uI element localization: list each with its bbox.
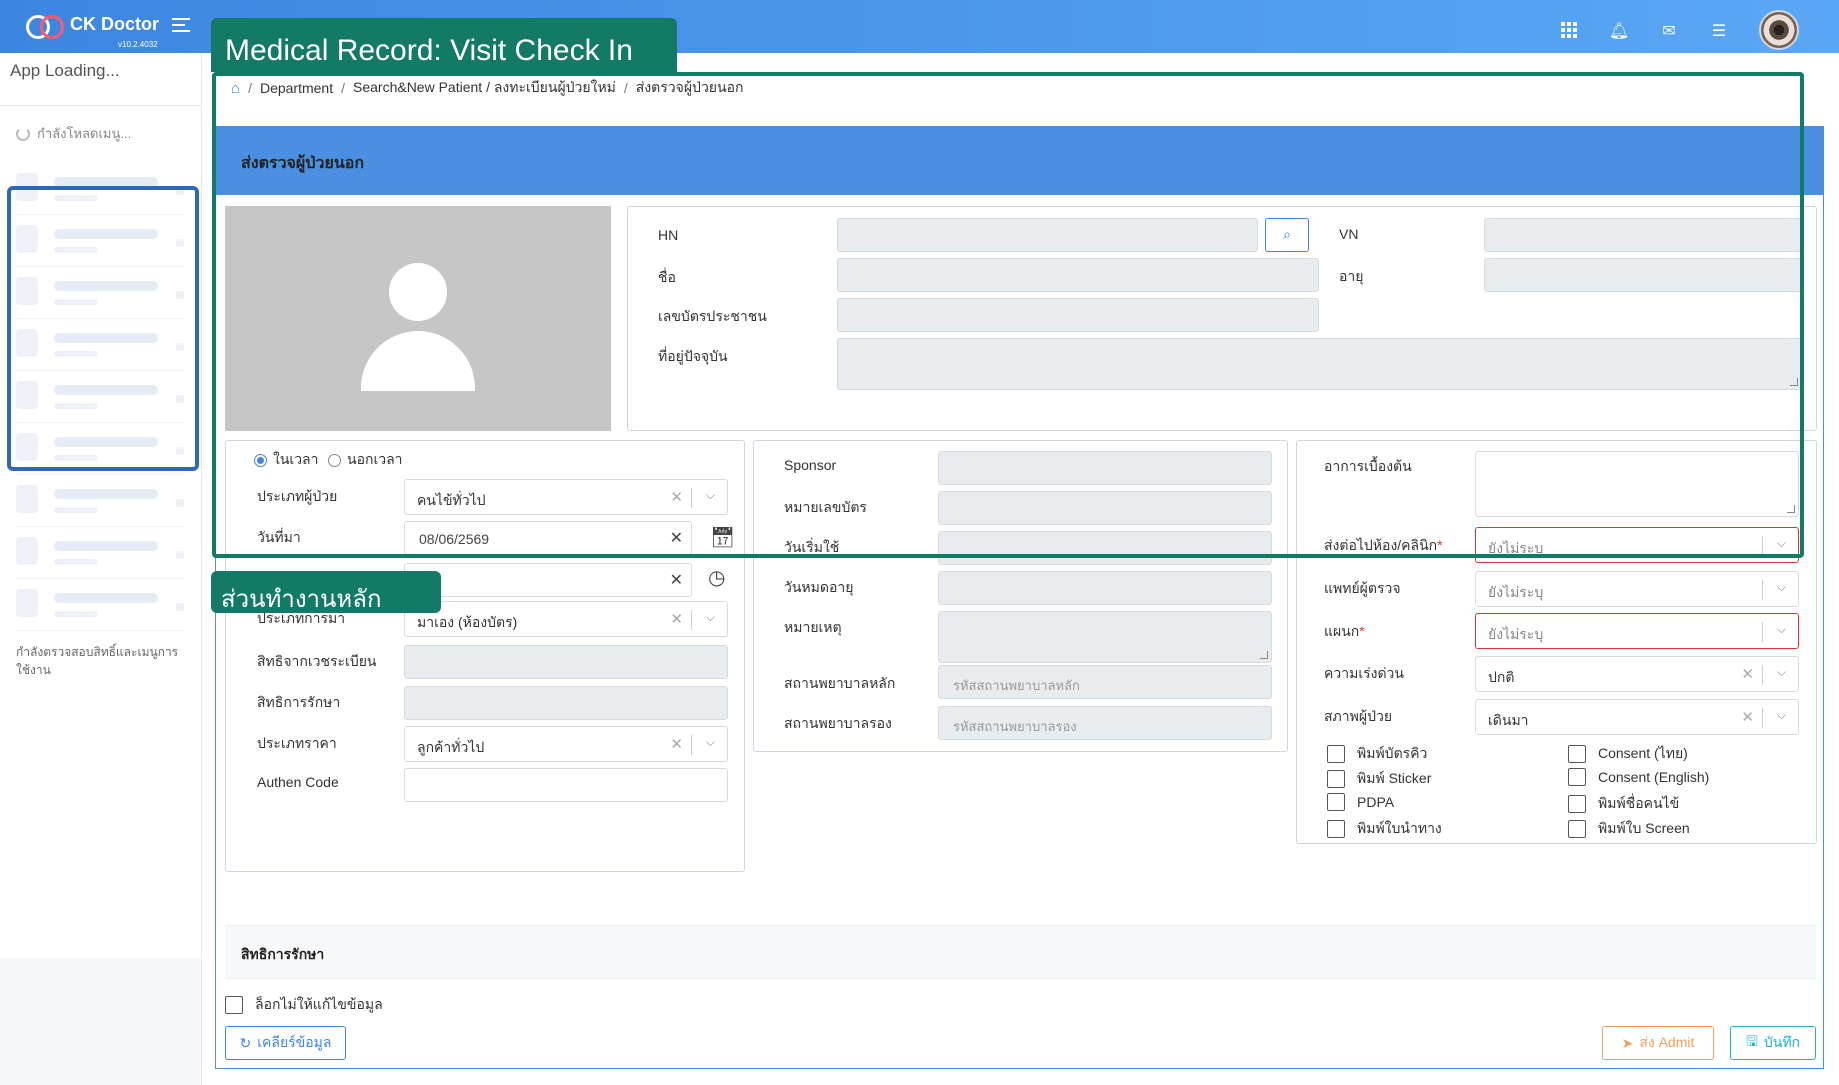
chevron-down-icon: ⌵ — [1776, 622, 1786, 636]
sidebar-bottom — [0, 958, 202, 1085]
sidebar-footer-text: กำลังตรวจสอบสิทธิ์และเมนูการใช้งาน — [16, 645, 179, 677]
clear-icon: ✕ — [1741, 665, 1754, 683]
apps-grid-icon[interactable] — [1559, 20, 1579, 40]
annotation-work-area-label: ส่วนทำงานหลัก — [211, 571, 441, 613]
user-avatar[interactable] — [1759, 10, 1799, 50]
menu-skeleton — [16, 581, 186, 631]
clear-icon: ✕ — [670, 610, 683, 628]
loading-menu: กำลังโหลดเมนู... — [16, 123, 131, 144]
annotation-main-label: Medical Record: Visit Check In — [211, 18, 677, 72]
app-loading-text: App Loading... — [10, 61, 120, 80]
checkbox-print-screen[interactable]: พิมพ์ใบ Screen — [1568, 818, 1690, 840]
reg-rights-input — [404, 645, 728, 679]
rights-section: สิทธิการรักษา — [225, 925, 1816, 979]
menu-toggle-icon[interactable] — [172, 18, 190, 34]
checkbox-print-name[interactable]: พิมพ์ชื่อคนไข้ — [1568, 793, 1679, 815]
urgency-select[interactable]: ปกติ ✕ ⌵ — [1475, 656, 1799, 692]
checkbox-consent-en[interactable]: Consent (English) — [1568, 768, 1709, 786]
checkbox-print-guide[interactable]: พิมพ์ใบนำทาง — [1327, 818, 1442, 840]
treatment-rights-input — [404, 686, 728, 720]
checkbox-print-sticker[interactable]: พิมพ์ Sticker — [1327, 768, 1431, 790]
rights-section-title: สิทธิการรักษา — [241, 946, 325, 962]
app-version: v10.2.4032 — [118, 40, 158, 49]
mail-icon[interactable]: ✉ — [1659, 20, 1679, 40]
price-type-select[interactable]: ลูกค้าทั่วไป ✕ ⌵ — [404, 726, 728, 762]
visit-type-select[interactable]: มาเอง (ห้องบัตร) ✕ ⌵ — [404, 601, 728, 637]
authen-code-input[interactable] — [404, 768, 728, 802]
task-list-icon[interactable]: ☰ — [1709, 20, 1729, 40]
lock-edit-checkbox[interactable]: ล็อกไม่ให้แก้ไขข้อมูล — [225, 994, 383, 1016]
condition-select[interactable]: เดินมา ✕ ⌵ — [1475, 699, 1799, 735]
treatment-rights-label: สิทธิการรักษา — [257, 694, 341, 710]
chevron-down-icon: ⌵ — [705, 735, 715, 749]
clear-data-button[interactable]: ↻ เคลียร์ข้อมูล — [225, 1026, 346, 1060]
brand[interactable]: CK Doctor — [26, 13, 159, 39]
checkbox-pdpa[interactable]: PDPA — [1327, 793, 1394, 811]
main-hospital-input[interactable]: รหัสสถานพยาบาลหลัก — [938, 665, 1272, 699]
urgency-label: ความเร่งด่วน — [1324, 665, 1404, 681]
chevron-down-icon: ⌵ — [1776, 665, 1786, 679]
doctor-select[interactable]: ยังไม่ระบุ ⌵ — [1475, 571, 1799, 607]
chevron-down-icon: ⌵ — [1776, 580, 1786, 594]
condition-label: สภาพผู้ป่วย — [1324, 708, 1393, 724]
clear-icon: ✕ — [1741, 708, 1754, 726]
note-label: หมายเหตุ — [784, 619, 842, 635]
sub-hospital-label: สถานพยาบาลรอง — [784, 715, 892, 731]
department-select[interactable]: ยังไม่ระบุ ⌵ — [1475, 613, 1799, 649]
main-hospital-label: สถานพยาบาลหลัก — [784, 675, 896, 691]
expire-date-label: วันหมดอายุ — [784, 579, 854, 595]
sidebar-highlight — [7, 186, 199, 471]
checkbox-print-queue[interactable]: พิมพ์บัตรคิว — [1327, 743, 1427, 765]
save-button[interactable]: 🖫︎ บันทึก — [1730, 1026, 1816, 1060]
sub-hospital-input[interactable]: รหัสสถานพยาบาลรอง — [938, 706, 1272, 740]
brand-logo-icon — [26, 13, 64, 39]
department-label: แผนก* — [1324, 623, 1365, 639]
visit-time-input[interactable]: 58✕ — [404, 563, 692, 597]
save-icon: 🖫︎ — [1745, 1033, 1758, 1049]
menu-skeleton — [16, 477, 186, 527]
send-icon: ➤ — [1621, 1034, 1634, 1051]
clear-icon: ✕ — [670, 735, 683, 753]
loading-menu-text: กำลังโหลดเมนู... — [37, 126, 132, 141]
price-type-label: ประเภทราคา — [257, 735, 337, 751]
clock-icon[interactable]: ◷ — [708, 565, 725, 589]
clear-icon: ✕ — [669, 570, 683, 589]
chevron-down-icon: ⌵ — [705, 610, 715, 624]
reg-rights-label: สิทธิจากเวชระเบียน — [257, 653, 377, 669]
expire-date-input[interactable] — [938, 571, 1272, 605]
spinner-icon — [16, 126, 30, 141]
bell-icon[interactable]: 🔔︎ — [1609, 20, 1629, 40]
refresh-icon: ↻ — [239, 1034, 252, 1051]
doctor-label: แพทย์ผู้ตรวจ — [1324, 580, 1401, 596]
checkbox-consent-th[interactable]: Consent (ไทย) — [1568, 743, 1688, 765]
send-admit-button[interactable]: ➤ ส่ง Admit — [1602, 1026, 1714, 1060]
chevron-down-icon: ⌵ — [1776, 708, 1786, 722]
brand-name: CK Doctor — [70, 13, 159, 34]
menu-skeleton — [16, 529, 186, 579]
main-highlight — [212, 72, 1804, 558]
note-textarea[interactable] — [938, 611, 1272, 663]
authen-label: Authen Code — [257, 774, 339, 790]
